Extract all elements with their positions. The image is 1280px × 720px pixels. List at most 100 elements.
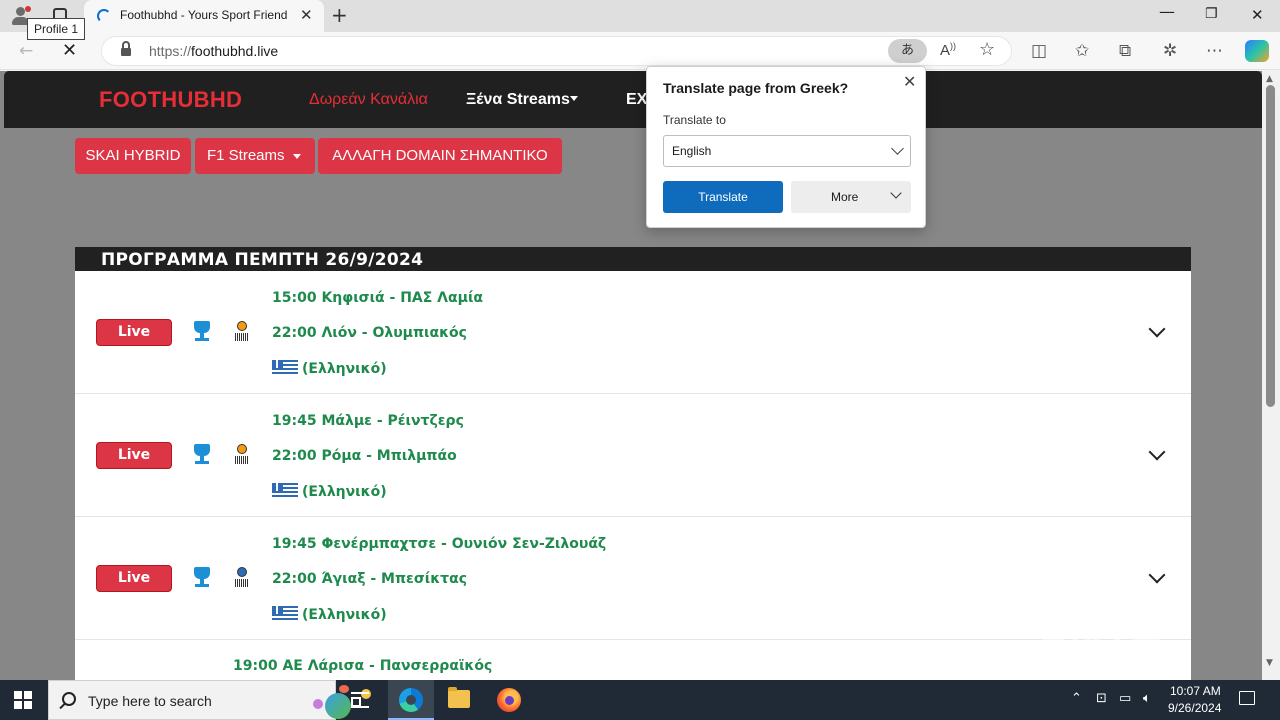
tab-strip: Profile 1 Foothubhd - Yours Sport Friend…	[0, 0, 1280, 40]
translate-icon[interactable]: あ	[888, 39, 927, 63]
scroll-thumb[interactable]	[1266, 85, 1275, 407]
browser-toolbar: ← ✕ https://foothubhd.live あ A)) ☆ ◫ ✩ ⧉…	[0, 32, 1280, 70]
taskbar-search-box[interactable]: Type here to search	[48, 680, 371, 720]
chevron-down-icon[interactable]	[1148, 443, 1166, 461]
url-host: foothubhd.live	[191, 43, 279, 59]
play-icon	[1133, 609, 1170, 657]
translate-button[interactable]: Translate	[663, 181, 783, 213]
match-line[interactable]: 19:45 Μάλμε - Ρέιντζερς	[272, 413, 464, 429]
nav-foreign-streams[interactable]: Ξένα Streams	[466, 91, 570, 109]
greece-flag-icon	[272, 483, 298, 499]
stop-loading-icon[interactable]: ✕	[62, 40, 77, 61]
windows-taskbar: Type here to search ⌃ ⊡ ▭ 🔈︎ 10:07 AM 9/…	[0, 680, 1280, 720]
scroll-down-arrow-icon[interactable]: ▼	[1266, 658, 1273, 668]
europa-league-icon	[235, 321, 249, 343]
search-icon	[62, 692, 76, 706]
loading-spinner-icon	[97, 9, 111, 23]
live-button[interactable]: Live	[96, 565, 172, 592]
schedule-header: ΠΡΟΓΡΑΜΜΑ ΠΕΜΠΤΗ 26/9/2024	[75, 247, 1191, 271]
anyrun-watermark: ANY RUN	[1037, 608, 1262, 680]
favorites-icon[interactable]: ✩	[1075, 41, 1089, 61]
match-line[interactable]: 15:00 Κηφισιά - ΠΑΣ Λαμία	[272, 290, 483, 306]
match-line[interactable]: 19:45 Φενέρμπαχτσε - Ουνιόν Σεν-Ζιλουάζ	[272, 536, 606, 552]
match-row[interactable]: Live 19:45 Φενέρμπαχτσε - Ουνιόν Σεν-Ζιλ…	[75, 517, 1191, 640]
url-protocol: https://	[149, 43, 192, 59]
match-line[interactable]: 22:00 Ρόμα - Μπιλμπάο	[272, 448, 457, 464]
back-arrow-icon[interactable]: ←	[19, 41, 33, 61]
address-bar[interactable]: https://foothubhd.live あ A)) ☆	[101, 36, 1012, 66]
match-language: (Ελληνικό)	[272, 606, 387, 623]
page-scrollbar[interactable]: ▲ ▼	[1262, 71, 1280, 680]
chevron-down-icon	[891, 142, 904, 155]
scroll-up-arrow-icon[interactable]: ▲	[1266, 74, 1273, 84]
add-favorite-star-icon[interactable]: ☆	[979, 39, 995, 60]
notifications-icon[interactable]	[1239, 691, 1255, 705]
extensions-icon[interactable]: ✲	[1163, 41, 1177, 61]
translate-popup: Translate page from Greek? ✕ Translate t…	[646, 66, 926, 228]
clock-time[interactable]: 10:07 AM	[1170, 684, 1221, 698]
live-button[interactable]: Live	[96, 442, 172, 469]
match-line[interactable]: 22:00 Λιόν - Ολυμπιακός	[272, 325, 467, 341]
close-icon[interactable]: ✕	[903, 72, 916, 91]
caret-down-icon	[293, 154, 301, 159]
europa-league-icon	[235, 444, 249, 466]
chevron-down-icon[interactable]	[1148, 320, 1166, 338]
url-text[interactable]: https://foothubhd.live	[149, 43, 278, 59]
skai-hybrid-button[interactable]: SKAI HYBRID	[75, 138, 191, 174]
f1-streams-label: F1 Streams	[207, 147, 285, 164]
match-language: (Ελληνικό)	[272, 360, 387, 377]
domain-change-button[interactable]: ΑΛΛΑΓΗ DOMAIN ΣΗΜΑΝΤΙΚΟ	[318, 138, 562, 174]
file-explorer-icon[interactable]	[448, 687, 470, 708]
watermark-left: ANY	[1037, 609, 1132, 661]
match-row[interactable]: 19:00 ΑΕ Λάρισα - Πανσερραϊκός	[75, 640, 1191, 680]
more-menu-icon[interactable]: ⋯	[1206, 41, 1223, 61]
collections-icon[interactable]: ⧉	[1119, 41, 1131, 61]
tab-close-icon[interactable]: ✕	[300, 6, 313, 24]
taskbar-edge-button[interactable]	[388, 680, 434, 720]
window-close-button[interactable]: ✕	[1251, 6, 1264, 24]
language-label: (Ελληνικό)	[302, 484, 387, 500]
match-language: (Ελληνικό)	[272, 483, 387, 500]
windows-start-icon[interactable]	[14, 691, 32, 709]
language-label: (Ελληνικό)	[302, 607, 387, 623]
language-label: (Ελληνικό)	[302, 361, 387, 377]
greek-cup-icon	[192, 567, 212, 589]
clock-date[interactable]: 9/26/2024	[1168, 701, 1221, 715]
task-view-icon[interactable]	[351, 692, 369, 708]
schedule-title: ΠΡΟΓΡΑΜΜΑ ΠΕΜΠΤΗ 26/9/2024	[101, 250, 424, 270]
site-logo[interactable]: FOOTHUBHD	[99, 87, 242, 113]
tray-chevron-up-icon[interactable]: ⌃	[1071, 691, 1082, 706]
nav-free-channels[interactable]: Δωρεάν Κανάλια	[309, 91, 428, 109]
copilot-icon[interactable]	[1245, 40, 1269, 62]
greece-flag-icon	[272, 360, 298, 376]
firefox-icon[interactable]	[497, 688, 521, 712]
window-minimize-button[interactable]: —	[1159, 2, 1175, 21]
search-placeholder: Type here to search	[88, 693, 212, 709]
match-row[interactable]: Live 15:00 Κηφισιά - ΠΑΣ Λαμία 22:00 Λιό…	[75, 271, 1191, 394]
chevron-down-icon[interactable]	[1148, 566, 1166, 584]
read-aloud-icon[interactable]: A))	[940, 41, 956, 59]
split-screen-icon[interactable]: ◫	[1031, 41, 1047, 61]
language-select[interactable]: English	[663, 135, 911, 167]
tray-device-icon[interactable]: ⊡	[1096, 691, 1107, 706]
lock-icon[interactable]	[121, 41, 131, 57]
caret-down-icon	[570, 96, 578, 101]
nav-ex[interactable]: EX	[626, 91, 647, 109]
tab-foothubhd[interactable]: Foothubhd - Yours Sport Friend ✕	[84, 0, 324, 32]
window-maximize-button[interactable]: ❐	[1205, 6, 1218, 22]
edge-icon	[399, 688, 423, 712]
match-row[interactable]: Live 19:45 Μάλμε - Ρέιντζερς 22:00 Ρόμα …	[75, 394, 1191, 517]
volume-icon[interactable]: 🔈︎	[1143, 691, 1151, 706]
greece-flag-icon	[272, 606, 298, 622]
live-button[interactable]: Live	[96, 319, 172, 346]
match-line[interactable]: 19:00 ΑΕ Λάρισα - Πανσερραϊκός	[233, 658, 492, 674]
f1-streams-dropdown[interactable]: F1 Streams	[195, 138, 315, 174]
site-navbar: FOOTHUBHD Δωρεάν Κανάλια Ξένα Streams EX	[4, 71, 1262, 128]
greek-cup-icon	[192, 321, 212, 343]
network-icon[interactable]: ▭	[1119, 691, 1131, 706]
selected-language: English	[672, 144, 712, 158]
match-line[interactable]: 22:00 Άγιαξ - Μπεσίκτας	[272, 571, 467, 587]
greek-cup-icon	[192, 444, 212, 466]
new-tab-button[interactable]: +	[331, 3, 348, 27]
more-button[interactable]: More	[791, 181, 911, 213]
